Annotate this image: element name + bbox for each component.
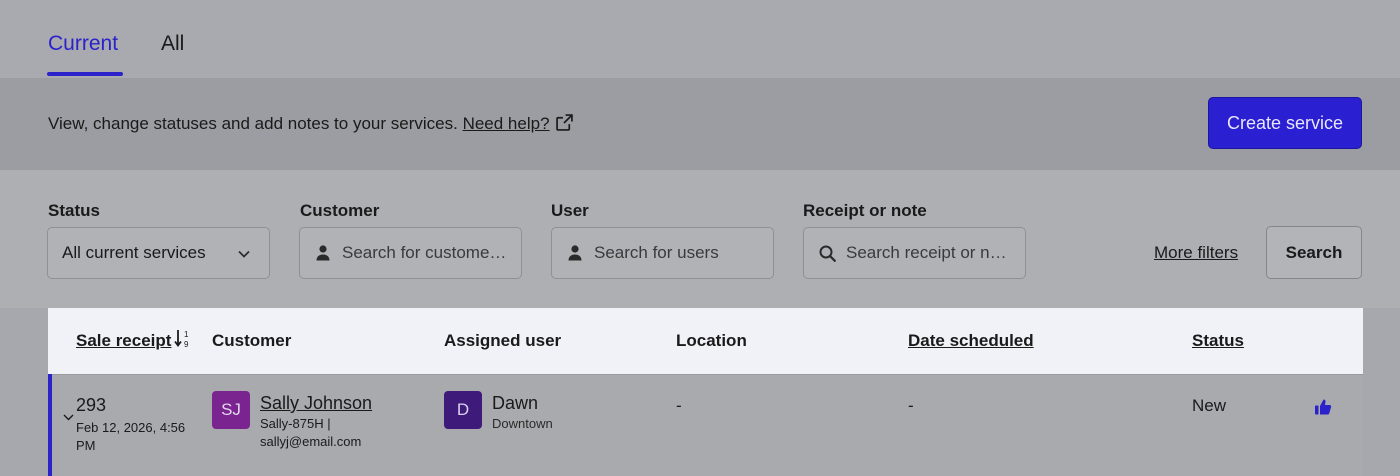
receipt-number: 293	[76, 395, 107, 415]
banner-text: View, change statuses and add notes to y…	[48, 114, 573, 136]
receipt-filter-label: Receipt or note	[803, 201, 927, 220]
customer-details: Sally-875H | sallyj@email.com	[260, 415, 361, 451]
user-initial: D	[456, 400, 470, 419]
search-icon	[818, 245, 836, 262]
location-value: -	[676, 396, 682, 415]
receipt-date: Feb 12, 2026, 4:56 PM	[76, 420, 186, 453]
svg-text:1: 1	[184, 330, 189, 339]
customer-id: Sally-875H |	[260, 416, 331, 431]
tab-bar	[0, 0, 1400, 78]
customer-search-placeholder: Search for custome…	[342, 243, 507, 262]
sort-ascending-icon[interactable]: 19	[174, 328, 192, 355]
customer-avatar: SJ	[212, 391, 250, 429]
column-header-assigned-user: Assigned user	[444, 331, 562, 350]
active-tab-indicator	[47, 72, 123, 76]
need-help-link[interactable]: Need help?	[463, 114, 550, 133]
thumbs-up-icon[interactable]	[1314, 398, 1332, 421]
customer-email: sallyj@email.com	[260, 434, 362, 449]
column-header-sale-receipt[interactable]: Sale receipt	[76, 331, 171, 351]
assigned-user-name: Dawn	[492, 393, 539, 413]
status-value: New	[1192, 396, 1227, 415]
column-header-location: Location	[676, 331, 747, 350]
person-icon	[566, 245, 584, 261]
customer-name-link[interactable]: Sally Johnson	[260, 393, 372, 414]
user-avatar: D	[444, 391, 482, 429]
tab-current[interactable]: Current	[48, 32, 118, 56]
receipt-search-input[interactable]: Search receipt or n…	[803, 227, 1026, 279]
customer-search-input[interactable]: Search for custome…	[299, 227, 522, 279]
person-icon	[314, 245, 332, 261]
row-selected-indicator	[48, 374, 52, 476]
more-filters-link[interactable]: More filters	[1154, 243, 1238, 263]
tab-all[interactable]: All	[161, 32, 184, 56]
column-header-date-scheduled[interactable]: Date scheduled	[908, 331, 1034, 351]
chevron-down-icon	[237, 246, 251, 266]
column-header-status[interactable]: Status	[1192, 331, 1244, 351]
status-select[interactable]: All current services	[47, 227, 270, 279]
assigned-user-location: Downtown	[492, 416, 553, 431]
user-filter-label: User	[551, 201, 589, 220]
user-search-input[interactable]: Search for users	[551, 227, 774, 279]
customer-filter-label: Customer	[300, 201, 380, 220]
chevron-down-icon[interactable]	[63, 409, 74, 427]
banner-description: View, change statuses and add notes to y…	[48, 114, 458, 133]
date-scheduled-value: -	[908, 396, 914, 415]
create-service-button[interactable]: Create service	[1208, 97, 1362, 149]
customer-initials: SJ	[221, 400, 241, 419]
search-button[interactable]: Search	[1266, 226, 1362, 279]
external-link-icon	[555, 114, 573, 136]
status-filter-label: Status	[48, 201, 100, 220]
status-select-value: All current services	[62, 243, 206, 262]
user-search-placeholder: Search for users	[594, 243, 719, 262]
column-header-customer: Customer	[212, 331, 292, 350]
svg-text:9: 9	[184, 340, 189, 349]
receipt-search-placeholder: Search receipt or n…	[846, 243, 1007, 262]
